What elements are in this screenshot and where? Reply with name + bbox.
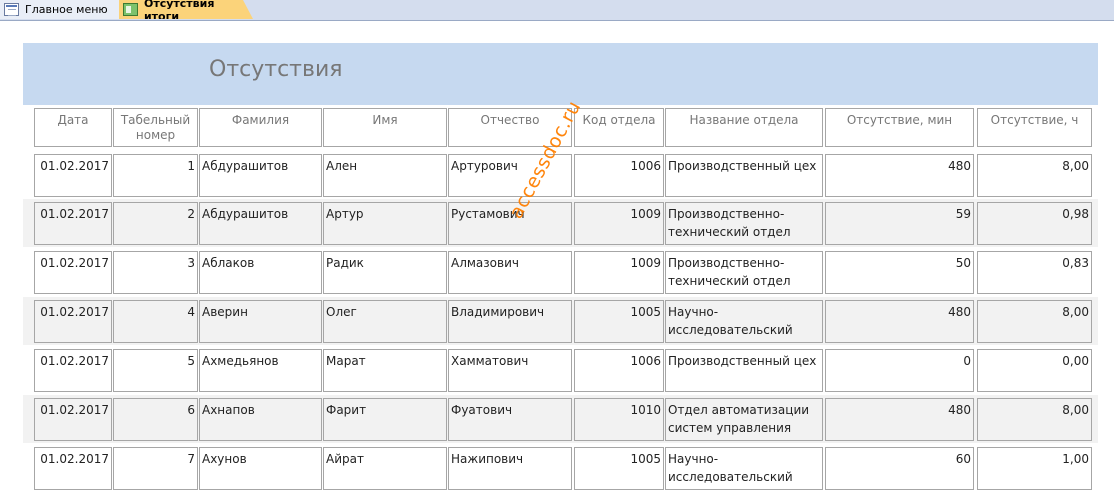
- tab-absences-totals-label: Отсутствия итоги: [143, 0, 215, 23]
- tab-main-menu[interactable]: Главное меню: [0, 0, 122, 19]
- table-row[interactable]: 01.02.2017 5 Ахмедьянов Марат Хамматович 1006…: [23, 346, 1098, 394]
- cell-employee-number[interactable]: 2: [113, 202, 198, 245]
- cell-first-name[interactable]: Радик: [323, 251, 447, 294]
- cell-date[interactable]: 01.02.2017: [34, 154, 112, 197]
- column-header-first-name[interactable]: Имя: [323, 108, 447, 147]
- cell-absence-h[interactable]: 0,00: [977, 349, 1092, 392]
- cell-dept-code[interactable]: 1010: [574, 398, 664, 441]
- table-row[interactable]: 01.02.2017 4 Аверин Олег Владимирович 1005 Нау…: [23, 297, 1098, 345]
- column-header-dept-code[interactable]: Код отдела: [574, 108, 664, 147]
- cell-dept-name[interactable]: Научно-исследовательский: [665, 300, 823, 343]
- cell-date[interactable]: 01.02.2017: [34, 349, 112, 392]
- tab-main-menu-label: Главное меню: [25, 3, 108, 16]
- column-header-absence-min[interactable]: Отсутствие, мин: [825, 108, 974, 147]
- column-header-absence-h[interactable]: Отсутствие, ч: [977, 108, 1092, 147]
- cell-employee-number[interactable]: 4: [113, 300, 198, 343]
- column-header-employee-number[interactable]: Табельный номер: [113, 108, 198, 147]
- cell-patronymic[interactable]: Нажипович: [448, 447, 572, 490]
- document-tab-bar: Главное меню Отсутствия итоги: [0, 0, 1114, 21]
- cell-absence-h[interactable]: 8,00: [977, 154, 1092, 197]
- cell-last-name[interactable]: Аверин: [199, 300, 322, 343]
- table-row[interactable]: 01.02.2017 1 Абдурашитов Ален Артурович 1006 П…: [23, 151, 1098, 199]
- cell-dept-code[interactable]: 1009: [574, 251, 664, 294]
- cell-dept-name[interactable]: Научно-исследовательский: [665, 447, 823, 490]
- cell-absence-min[interactable]: 480: [825, 300, 974, 343]
- cell-employee-number[interactable]: 3: [113, 251, 198, 294]
- cell-dept-code[interactable]: 1006: [574, 154, 664, 197]
- cell-dept-code[interactable]: 1006: [574, 349, 664, 392]
- cell-first-name[interactable]: Марат: [323, 349, 447, 392]
- cell-last-name[interactable]: Ахнапов: [199, 398, 322, 441]
- cell-last-name[interactable]: Абдурашитов: [199, 154, 322, 197]
- cell-absence-min[interactable]: 59: [825, 202, 974, 245]
- cell-dept-name[interactable]: Отдел автоматизации систем управления: [665, 398, 823, 441]
- cell-first-name[interactable]: Ален: [323, 154, 447, 197]
- report-icon: [123, 3, 138, 16]
- cell-absence-min[interactable]: 0: [825, 349, 974, 392]
- cell-patronymic[interactable]: Алмазович: [448, 251, 572, 294]
- cell-date[interactable]: 01.02.2017: [34, 447, 112, 490]
- form-icon: [4, 3, 19, 16]
- cell-last-name[interactable]: Ахунов: [199, 447, 322, 490]
- cell-dept-code[interactable]: 1005: [574, 447, 664, 490]
- column-header-dept-name[interactable]: Название отдела: [665, 108, 823, 147]
- cell-dept-name[interactable]: Производственно-технический отдел: [665, 251, 823, 294]
- cell-patronymic[interactable]: Фуатович: [448, 398, 572, 441]
- cell-employee-number[interactable]: 1: [113, 154, 198, 197]
- cell-date[interactable]: 01.02.2017: [34, 398, 112, 441]
- cell-last-name[interactable]: Ахмедьянов: [199, 349, 322, 392]
- table-row[interactable]: 01.02.2017 6 Ахнапов Фарит Фуатович 1010 Отдел…: [23, 395, 1098, 443]
- cell-date[interactable]: 01.02.2017: [34, 202, 112, 245]
- cell-employee-number[interactable]: 7: [113, 447, 198, 490]
- report-title: Отсутствия: [209, 57, 343, 82]
- report-header: Отсутствия: [23, 43, 1098, 105]
- cell-first-name[interactable]: Айрат: [323, 447, 447, 490]
- table-row[interactable]: 01.02.2017 3 Аблаков Радик Алмазович 1009 Прои…: [23, 248, 1098, 296]
- cell-absence-min[interactable]: 480: [825, 398, 974, 441]
- cell-absence-h[interactable]: 0,83: [977, 251, 1092, 294]
- report-view: Отсутствия Дата Табельный номер Фамилия Имя…: [23, 43, 1098, 490]
- cell-last-name[interactable]: Аблаков: [199, 251, 322, 294]
- column-header-date[interactable]: Дата: [34, 108, 112, 147]
- cell-absence-min[interactable]: 60: [825, 447, 974, 490]
- cell-first-name[interactable]: Олег: [323, 300, 447, 343]
- cell-absence-h[interactable]: 8,00: [977, 398, 1092, 441]
- cell-absence-min[interactable]: 480: [825, 154, 974, 197]
- cell-patronymic[interactable]: Владимирович: [448, 300, 572, 343]
- cell-absence-min[interactable]: 50: [825, 251, 974, 294]
- tab-absences-totals[interactable]: Отсутствия итоги: [119, 0, 253, 19]
- column-header-last-name[interactable]: Фамилия: [199, 108, 322, 147]
- cell-last-name[interactable]: Абдурашитов: [199, 202, 322, 245]
- cell-first-name[interactable]: Фарит: [323, 398, 447, 441]
- cell-dept-name[interactable]: Производственно-технический отдел: [665, 202, 823, 245]
- table-row[interactable]: 01.02.2017 2 Абдурашитов Артур Рустамович 100…: [23, 199, 1098, 247]
- cell-employee-number[interactable]: 5: [113, 349, 198, 392]
- cell-employee-number[interactable]: 6: [113, 398, 198, 441]
- cell-dept-code[interactable]: 1005: [574, 300, 664, 343]
- table-row[interactable]: 01.02.2017 7 Ахунов Айрат Нажипович 1005 Научн…: [23, 444, 1098, 492]
- cell-first-name[interactable]: Артур: [323, 202, 447, 245]
- cell-dept-name[interactable]: Производственный цех: [665, 349, 823, 392]
- cell-date[interactable]: 01.02.2017: [34, 300, 112, 343]
- cell-date[interactable]: 01.02.2017: [34, 251, 112, 294]
- cell-absence-h[interactable]: 0,98: [977, 202, 1092, 245]
- cell-patronymic[interactable]: Хамматович: [448, 349, 572, 392]
- cell-dept-code[interactable]: 1009: [574, 202, 664, 245]
- cell-absence-h[interactable]: 8,00: [977, 300, 1092, 343]
- cell-dept-name[interactable]: Производственный цех: [665, 154, 823, 197]
- cell-absence-h[interactable]: 1,00: [977, 447, 1092, 490]
